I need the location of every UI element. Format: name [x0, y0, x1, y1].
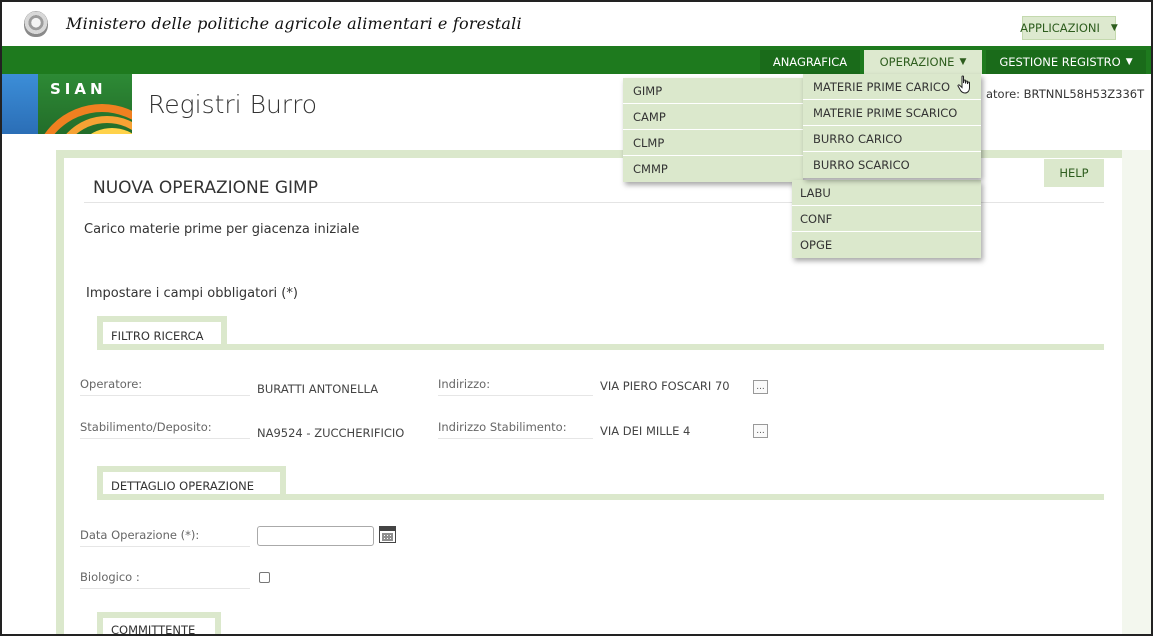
lookup-label: ...: [756, 425, 765, 436]
top-header: Ministero delle politiche agricole alime…: [2, 2, 1151, 46]
nav-anagrafica[interactable]: ANAGRAFICA: [760, 50, 860, 74]
nav-gestione-registro[interactable]: GESTIONE REGISTRO ▼: [986, 50, 1146, 74]
applications-label: APPLICAZIONI: [1020, 21, 1100, 35]
lookup-label: ...: [756, 381, 765, 392]
browser-frame: Ministero delle politiche agricole alime…: [0, 0, 1153, 636]
republic-emblem-icon: [24, 11, 48, 37]
menu-item-opge[interactable]: OPGE: [792, 232, 981, 258]
operatore-label: Operatore:: [80, 377, 250, 396]
caret-down-icon: ▼: [959, 57, 967, 67]
user-info: atore: BRTNNL58H53Z336T: [986, 87, 1145, 101]
menu-item-conf[interactable]: CONF: [792, 206, 981, 232]
menu-item-materie-prime-carico[interactable]: MATERIE PRIME CARICO: [803, 74, 981, 100]
ministry-name: Ministero delle politiche agricole alime…: [66, 14, 522, 33]
nav-operazione-label: OPERAZIONE: [879, 55, 955, 69]
nav-operazione[interactable]: OPERAZIONE ▼: [864, 50, 982, 74]
indirizzo-stabilimento-label: Indirizzo Stabilimento:: [438, 420, 593, 439]
logo-sky: [2, 74, 38, 134]
tab-committente-label: COMMITTENTE: [111, 623, 196, 636]
caret-down-icon: ▼: [1125, 57, 1133, 67]
indirizzo-stabilimento-value: VIA DEI MILLE 4: [600, 424, 691, 438]
section-divider: [97, 494, 1104, 500]
indirizzo-lookup-button[interactable]: ...: [753, 380, 768, 394]
calendar-icon[interactable]: [379, 526, 396, 543]
mandatory-note: Impostare i campi obbligatori (*): [86, 286, 298, 301]
tab-committente: COMMITTENTE: [97, 612, 221, 636]
operazione-menu-column-3: LABU CONF OPGE: [792, 180, 981, 258]
data-operazione-label: Data Operazione (*):: [80, 528, 250, 547]
menu-item-clmp[interactable]: CLMP: [623, 130, 803, 156]
section-divider: [97, 344, 1104, 350]
data-operazione-input[interactable]: [257, 526, 374, 546]
indirizzo-value: VIA PIERO FOSCARI 70: [600, 379, 730, 393]
help-label: HELP: [1059, 166, 1089, 180]
sian-logo: SIAN: [2, 74, 132, 134]
operazione-menu-column-2: MATERIE PRIME CARICO MATERIE PRIME SCARI…: [803, 74, 981, 178]
menu-item-labu[interactable]: LABU: [792, 180, 981, 206]
page-title: NUOVA OPERAZIONE GIMP: [93, 178, 318, 198]
right-strip: [1122, 150, 1151, 634]
nav-gestione-registro-label: GESTIONE REGISTRO: [999, 55, 1121, 69]
indirizzo-label: Indirizzo:: [438, 377, 593, 396]
nav-anagrafica-label: ANAGRAFICA: [772, 55, 848, 69]
menu-item-burro-carico[interactable]: BURRO CARICO: [803, 126, 981, 152]
indirizzo-stabilimento-lookup-button[interactable]: ...: [753, 424, 768, 438]
menu-item-cmmp[interactable]: CMMP: [623, 156, 803, 182]
menu-item-camp[interactable]: CAMP: [623, 104, 803, 130]
menu-item-materie-prime-scarico[interactable]: MATERIE PRIME SCARICO: [803, 100, 981, 126]
operatore-value: BURATTI ANTONELLA: [257, 382, 379, 396]
logo-text: SIAN: [50, 80, 107, 98]
app-title: Registri Burro: [148, 90, 318, 119]
page-subtitle: Carico materie prime per giacenza inizia…: [84, 222, 360, 237]
biologico-checkbox[interactable]: [259, 572, 270, 583]
menu-item-gimp[interactable]: GIMP: [623, 78, 803, 104]
main-nav: ANAGRAFICA OPERAZIONE ▼ GESTIONE REGISTR…: [760, 50, 1146, 74]
tab-dettaglio-operazione-label: DETTAGLIO OPERAZIONE: [111, 479, 254, 493]
biologico-label: Biologico :: [80, 570, 250, 589]
hand-cursor-icon: [957, 75, 970, 94]
tab-filtro-ricerca-label: FILTRO RICERCA: [111, 329, 204, 343]
applications-button[interactable]: APPLICAZIONI ▼: [1020, 16, 1118, 40]
caret-down-icon: ▼: [1110, 23, 1118, 33]
operazione-menu-column-1: GIMP CAMP CLMP CMMP: [623, 78, 803, 182]
stabilimento-label: Stabilimento/Deposito:: [80, 420, 250, 439]
menu-item-burro-scarico[interactable]: BURRO SCARICO: [803, 152, 981, 178]
help-button[interactable]: HELP: [1044, 159, 1104, 187]
stabilimento-value: NA9524 - ZUCCHERIFICIO: [257, 426, 405, 440]
